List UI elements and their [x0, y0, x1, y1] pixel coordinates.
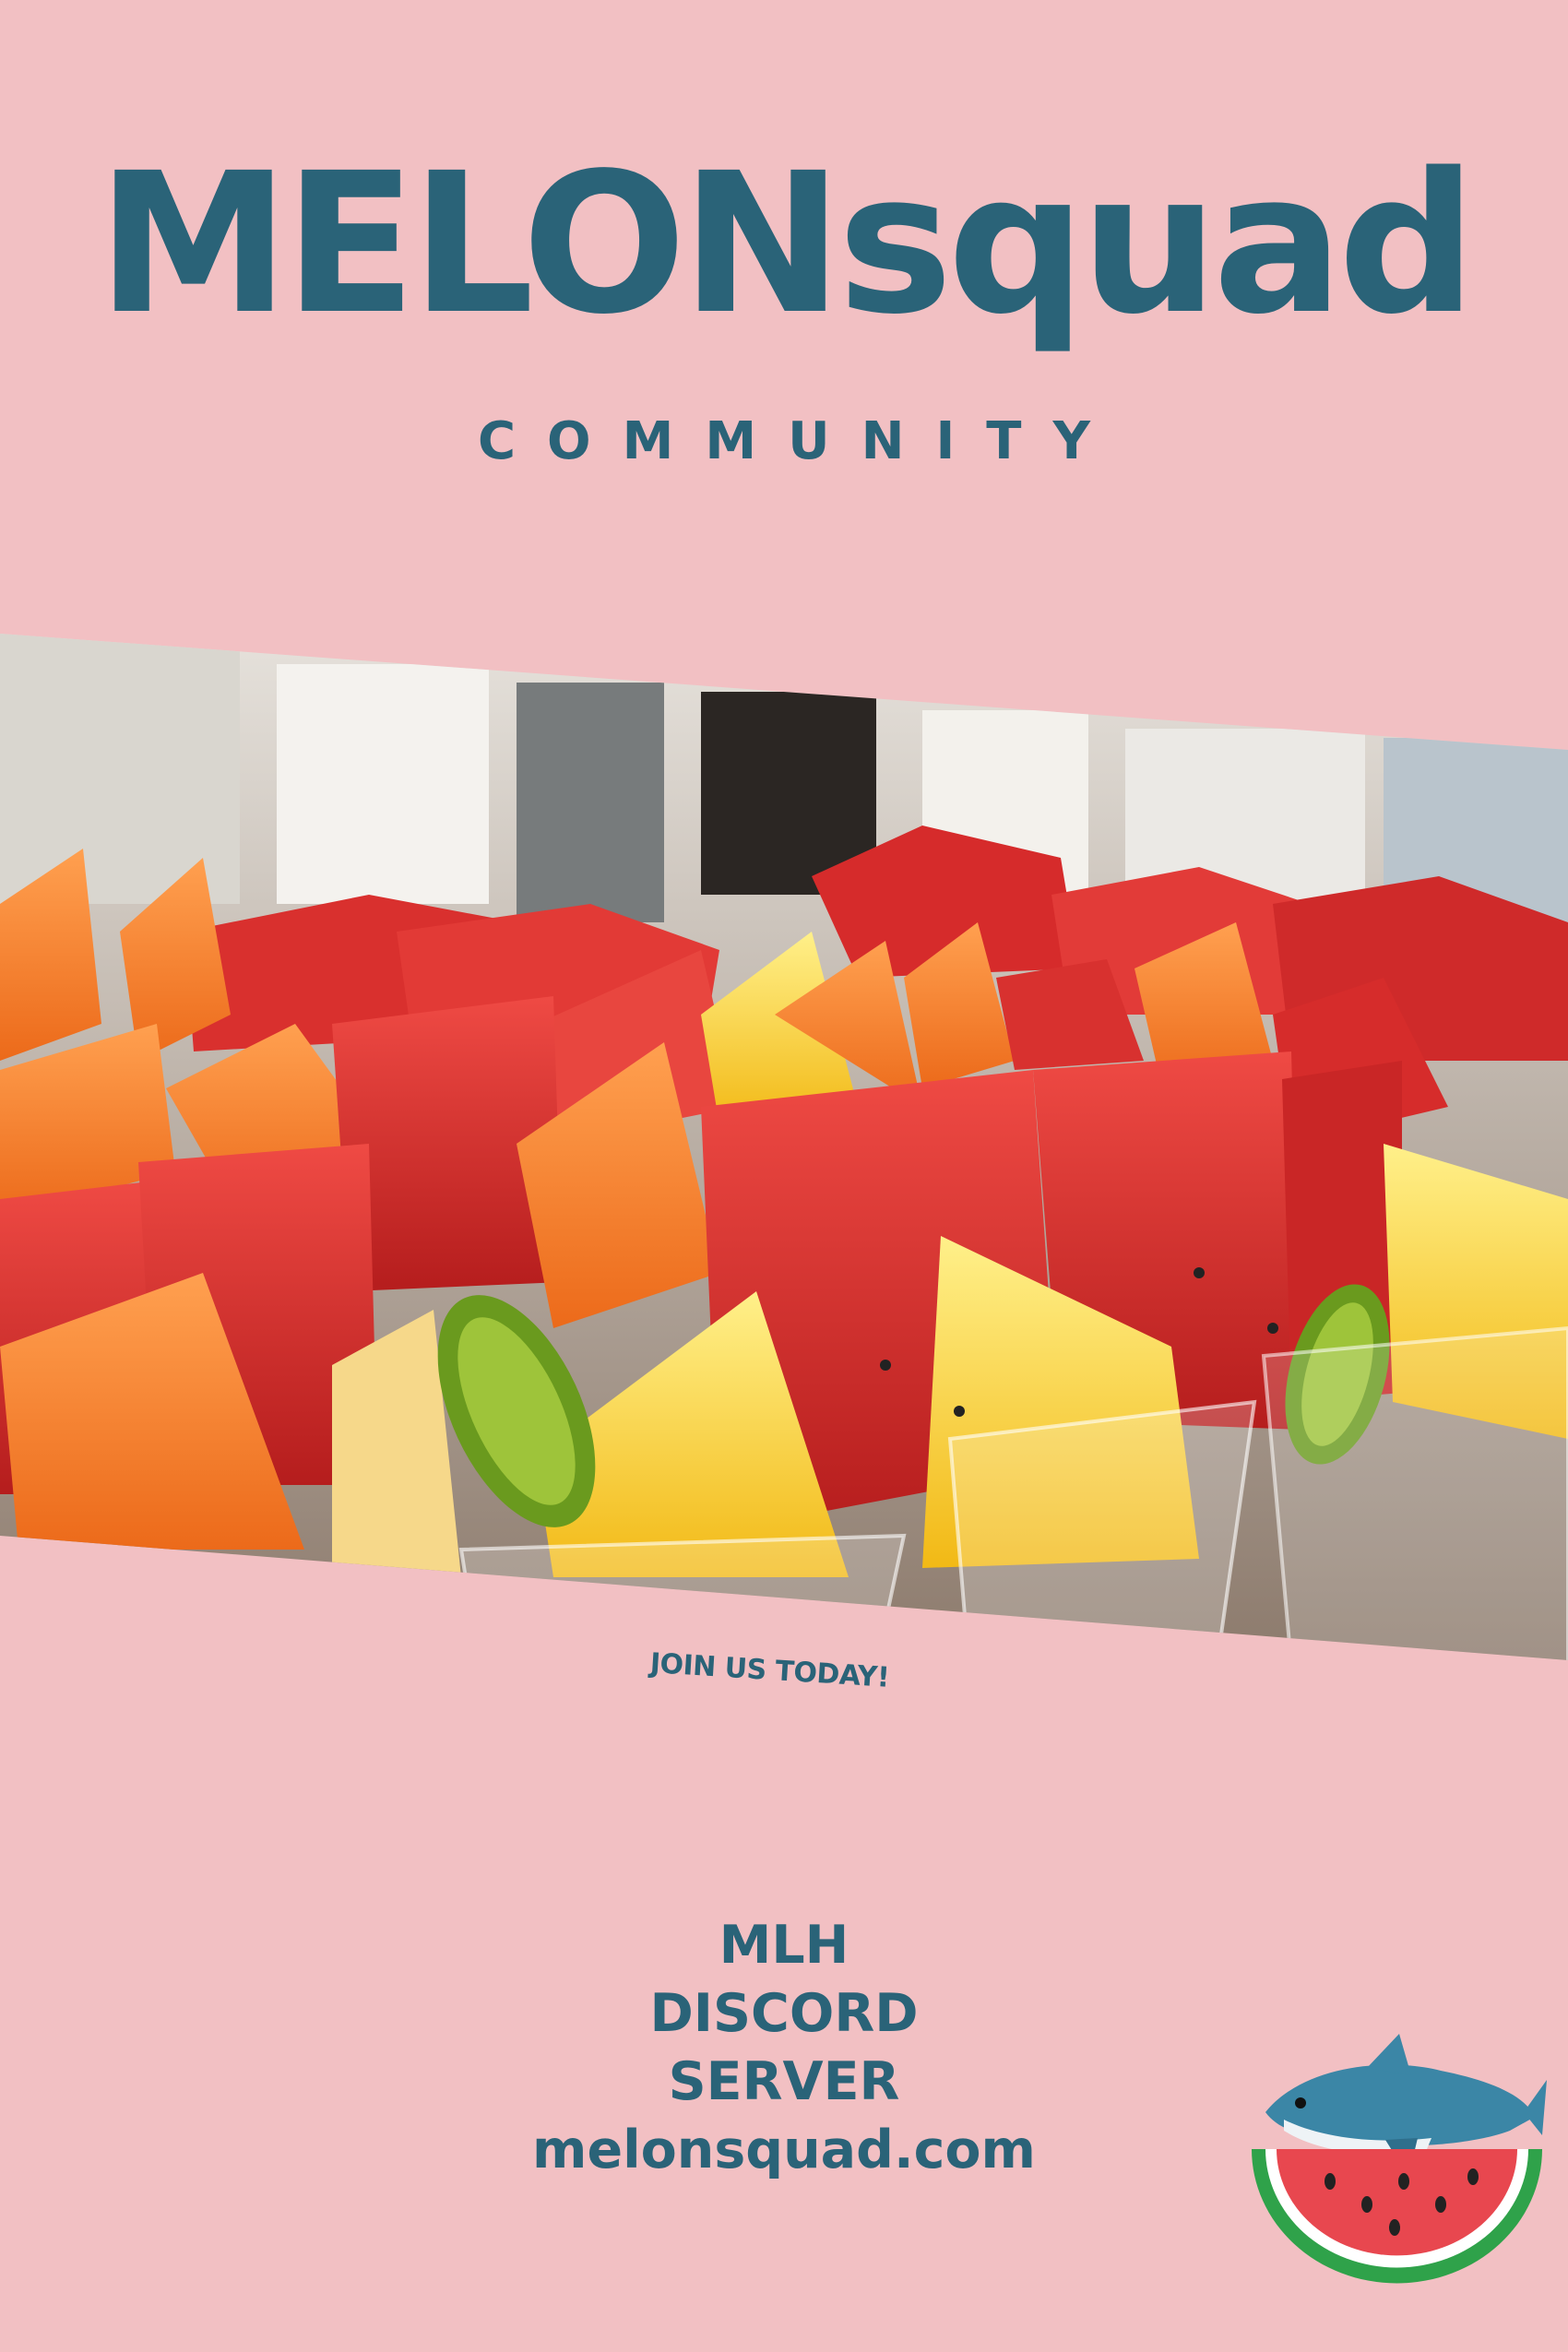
fruit-photo	[0, 627, 1568, 1665]
page-subtitle: COMMUNITY	[477, 411, 1123, 471]
poster: MELONsquad COMMUNITY JOIN US TODAY! MLH …	[0, 0, 1568, 2352]
shark-on-watermelon-icon	[1247, 2029, 1551, 2287]
info-line-mlh: MLH	[719, 1915, 849, 1976]
page-title: MELONsquad	[97, 131, 1477, 357]
